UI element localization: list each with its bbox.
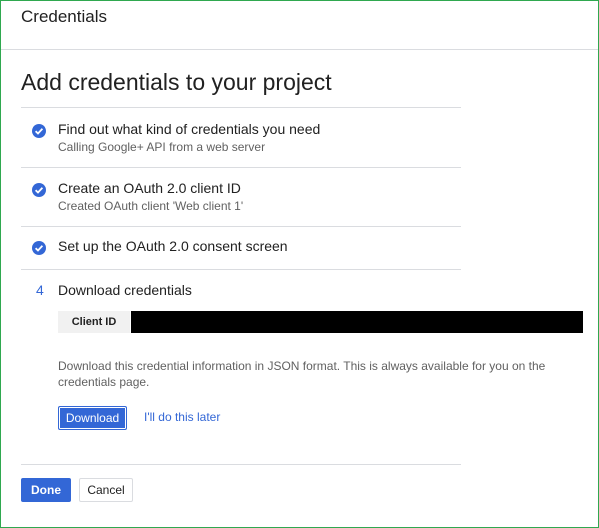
- divider: [21, 167, 461, 168]
- client-id-value-redacted: [131, 311, 583, 333]
- step-3-title[interactable]: Set up the OAuth 2.0 consent screen: [58, 238, 288, 254]
- divider: [21, 107, 461, 108]
- divider: [21, 226, 461, 227]
- step-2-subtitle: Created OAuth client 'Web client 1': [58, 199, 244, 213]
- divider: [21, 464, 461, 465]
- check-circle-icon: [32, 124, 46, 138]
- divider: [21, 269, 461, 270]
- step-4-number: 4: [36, 282, 44, 298]
- client-id-row: Client ID: [58, 311, 583, 333]
- page-title: Add credentials to your project: [21, 69, 332, 95]
- check-circle-icon: [32, 183, 46, 197]
- do-later-link[interactable]: I'll do this later: [144, 410, 220, 424]
- top-bar: Credentials: [1, 1, 598, 50]
- client-id-label: Client ID: [58, 311, 130, 333]
- cancel-button[interactable]: Cancel: [79, 478, 133, 502]
- check-circle-icon: [32, 241, 46, 255]
- download-button[interactable]: Download: [58, 406, 127, 430]
- page-header-title: Credentials: [21, 7, 107, 26]
- credentials-window: Credentials Add credentials to your proj…: [0, 0, 599, 528]
- done-button[interactable]: Done: [21, 478, 71, 502]
- step-4-title: Download credentials: [58, 282, 192, 298]
- step-1-title[interactable]: Find out what kind of credentials you ne…: [58, 121, 320, 137]
- step-2-title[interactable]: Create an OAuth 2.0 client ID: [58, 180, 241, 196]
- step-1-subtitle: Calling Google+ API from a web server: [58, 140, 266, 154]
- download-description: Download this credential information in …: [58, 359, 546, 389]
